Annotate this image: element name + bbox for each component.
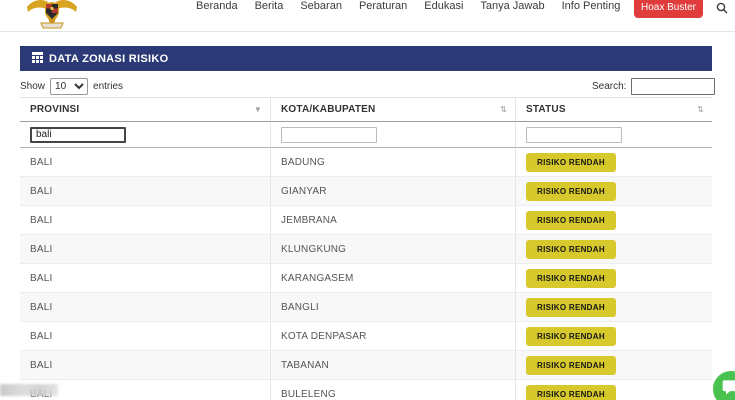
kota-cell: TABANAN xyxy=(270,351,515,379)
nav-link[interactable]: Berita xyxy=(255,0,284,13)
nav-link[interactable]: Beranda xyxy=(196,0,238,13)
page: Beranda Berita Sebaran Peraturan Edukasi Tany… xyxy=(0,0,735,400)
kota-filter-input[interactable] xyxy=(281,127,377,143)
sort-icon[interactable]: ⇅ xyxy=(697,105,704,114)
page-length-control: Show 10 entries xyxy=(20,77,123,95)
status-cell: RISIKO RENDAH xyxy=(515,351,712,379)
provinsi-cell: BALI xyxy=(20,322,270,350)
provinsi-cell: BALI xyxy=(20,148,270,176)
main-nav: Beranda Berita Sebaran Peraturan Edukasi Tany… xyxy=(196,0,620,14)
status-badge: RISIKO RENDAH xyxy=(526,182,616,201)
panel-title: DATA ZONASI RISIKO xyxy=(49,53,168,65)
provinsi-cell: BALI xyxy=(20,264,270,292)
table-grid-icon xyxy=(32,52,43,66)
column-header[interactable]: KOTA/KABUPATEN ⇅ xyxy=(270,97,515,122)
kota-cell: BANGLI xyxy=(270,293,515,321)
table-search-input[interactable] xyxy=(631,78,715,95)
table-search-control: Search: xyxy=(592,77,715,95)
status-badge: RISIKO RENDAH xyxy=(526,153,616,172)
search-label: Search: xyxy=(592,81,626,92)
table-row[interactable]: BALI BADUNG RISIKO RENDAH xyxy=(20,148,712,177)
filter-row xyxy=(20,122,712,148)
column-header[interactable]: STATUS ⇅ xyxy=(515,97,712,122)
provinsi-cell: BALI xyxy=(20,177,270,205)
kota-filter-cell xyxy=(270,122,515,148)
table-row[interactable]: BALI KOTA DENPASAR RISIKO RENDAH xyxy=(20,322,712,351)
kota-cell: BADUNG xyxy=(270,148,515,176)
sort-icon[interactable]: ⇅ xyxy=(500,105,507,114)
table-row[interactable]: BALI BULELENG RISIKO RENDAH xyxy=(20,380,712,400)
kota-cell: JEMBRANA xyxy=(270,206,515,234)
nav-link[interactable]: Edukasi xyxy=(424,0,463,13)
status-cell: RISIKO RENDAH xyxy=(515,148,712,176)
status-badge: RISIKO RENDAH xyxy=(526,240,616,259)
page-length-select[interactable]: 10 xyxy=(50,78,88,95)
status-filter-cell xyxy=(515,122,712,148)
status-badge: RISIKO RENDAH xyxy=(526,269,616,288)
zonasi-risiko-table: PROVINSI ▼ KOTA/KABUPATEN ⇅ STATUS ⇅ xyxy=(20,97,712,400)
browser-status-text xyxy=(0,384,58,396)
provinsi-filter-input[interactable] xyxy=(30,127,126,143)
table-row[interactable]: BALI KLUNGKUNG RISIKO RENDAH xyxy=(20,235,712,264)
nav-link[interactable]: Peraturan xyxy=(359,0,407,13)
table-row[interactable]: BALI TABANAN RISIKO RENDAH xyxy=(20,351,712,380)
kota-cell: GIANYAR xyxy=(270,177,515,205)
status-badge: RISIKO RENDAH xyxy=(526,356,616,375)
search-icon[interactable] xyxy=(716,1,728,19)
chat-icon xyxy=(721,377,735,400)
provinsi-cell: BALI xyxy=(20,293,270,321)
kota-cell: BULELENG xyxy=(270,380,515,400)
column-label: PROVINSI xyxy=(30,104,79,115)
status-badge: RISIKO RENDAH xyxy=(526,327,616,346)
chat-fab-button[interactable] xyxy=(710,368,735,400)
status-badge: RISIKO RENDAH xyxy=(526,211,616,230)
table-row[interactable]: BALI JEMBRANA RISIKO RENDAH xyxy=(20,206,712,235)
nav-link[interactable]: Info Penting xyxy=(562,0,621,13)
status-badge: RISIKO RENDAH xyxy=(526,385,616,400)
garuda-logo-icon xyxy=(26,0,78,37)
status-cell: RISIKO RENDAH xyxy=(515,235,712,263)
show-label: Show xyxy=(20,81,45,92)
column-label: STATUS xyxy=(526,104,566,115)
column-header[interactable]: PROVINSI ▼ xyxy=(20,97,270,122)
table-row[interactable]: BALI BANGLI RISIKO RENDAH xyxy=(20,293,712,322)
status-cell: RISIKO RENDAH xyxy=(515,322,712,350)
kota-cell: KOTA DENPASAR xyxy=(270,322,515,350)
nav-link[interactable]: Tanya Jawab xyxy=(480,0,544,13)
top-navbar: Beranda Berita Sebaran Peraturan Edukasi Tany… xyxy=(0,0,735,32)
status-cell: RISIKO RENDAH xyxy=(515,206,712,234)
status-cell: RISIKO RENDAH xyxy=(515,177,712,205)
status-cell: RISIKO RENDAH xyxy=(515,264,712,292)
table-body: BALI BADUNG RISIKO RENDAH BALI GIANYAR R… xyxy=(20,148,712,400)
table-header-row: PROVINSI ▼ KOTA/KABUPATEN ⇅ STATUS ⇅ xyxy=(20,97,712,122)
provinsi-cell: BALI xyxy=(20,235,270,263)
provinsi-filter-cell xyxy=(20,122,270,148)
column-label: KOTA/KABUPATEN xyxy=(281,104,375,115)
entries-label: entries xyxy=(93,81,123,92)
status-filter-input[interactable] xyxy=(526,127,622,143)
panel-title-bar: DATA ZONASI RISIKO xyxy=(20,46,712,71)
status-cell: RISIKO RENDAH xyxy=(515,380,712,400)
status-badge: RISIKO RENDAH xyxy=(526,298,616,317)
table-row[interactable]: BALI KARANGASEM RISIKO RENDAH xyxy=(20,264,712,293)
hoax-buster-button[interactable]: Hoax Buster xyxy=(634,0,703,18)
status-cell: RISIKO RENDAH xyxy=(515,293,712,321)
kota-cell: KARANGASEM xyxy=(270,264,515,292)
kota-cell: KLUNGKUNG xyxy=(270,235,515,263)
table-row[interactable]: BALI GIANYAR RISIKO RENDAH xyxy=(20,177,712,206)
provinsi-cell: BALI xyxy=(20,206,270,234)
nav-link[interactable]: Sebaran xyxy=(300,0,342,13)
provinsi-cell: BALI xyxy=(20,351,270,379)
sort-icon[interactable]: ▼ xyxy=(254,105,262,114)
